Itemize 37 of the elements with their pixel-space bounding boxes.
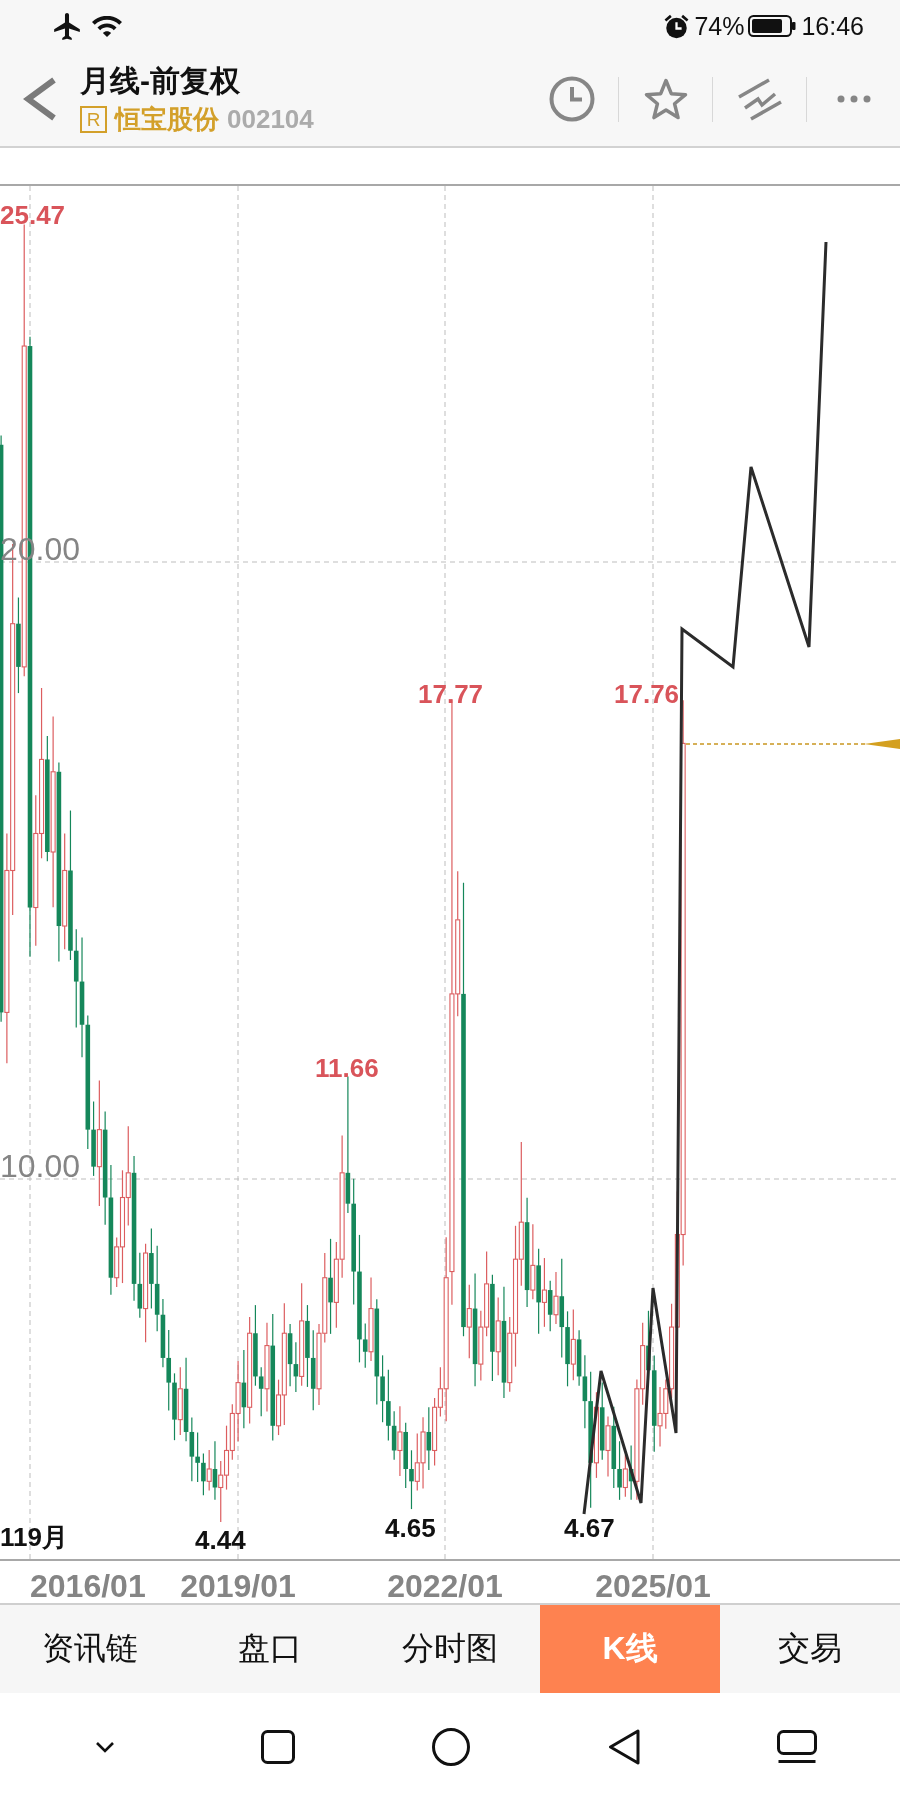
registration-badge: R <box>80 105 107 133</box>
more-icon[interactable] <box>836 95 871 103</box>
chevron-left-icon[interactable] <box>23 77 57 121</box>
tab[interactable]: 分时图 <box>360 1605 540 1693</box>
high-price-label: 17.77 <box>418 679 484 709</box>
tab[interactable]: 盘口 <box>180 1605 360 1693</box>
airplane-icon <box>54 12 80 40</box>
status-time: 16:46 <box>801 11 864 41</box>
x-axis-label: 2022/01 <box>387 1568 503 1603</box>
chevron-down-icon[interactable] <box>94 1740 115 1753</box>
clock-icon[interactable] <box>548 76 595 122</box>
battery-icon <box>748 15 797 37</box>
star-icon[interactable] <box>642 77 689 121</box>
battery-percent: 74% <box>694 11 745 41</box>
circle-icon[interactable] <box>431 1727 470 1766</box>
x-axis-label: 2019/01 <box>180 1568 296 1603</box>
x-axis-label: 2025/01 <box>595 1568 711 1603</box>
low-price-label: 4.67 <box>564 1513 615 1543</box>
tab[interactable]: 交易 <box>720 1605 900 1693</box>
wifi-icon <box>92 15 122 37</box>
line-tool-icon[interactable] <box>735 77 784 121</box>
high-price-label: 25.47 <box>0 200 66 230</box>
high-price-label: 11.66 <box>315 1053 379 1083</box>
low-price-label: 4.44 <box>195 1525 246 1555</box>
alarm-clock-icon <box>664 13 690 39</box>
date-label: 119月 <box>0 1522 68 1552</box>
square-icon[interactable] <box>260 1729 295 1764</box>
tab[interactable]: 资讯链 <box>0 1605 180 1693</box>
stock-name: 恒宝股份 <box>115 103 219 135</box>
low-price-label: 4.65 <box>385 1513 436 1543</box>
page-title: 月线-前复权 <box>80 63 241 99</box>
y-axis-label: 10.00 <box>0 1148 81 1184</box>
triangle-icon[interactable] <box>607 1728 640 1765</box>
laptop-icon[interactable] <box>776 1729 817 1764</box>
stock-code: 002104 <box>227 103 314 135</box>
high-price-label: 17.76 <box>614 679 680 709</box>
x-axis-label: 2016/01 <box>30 1568 146 1603</box>
